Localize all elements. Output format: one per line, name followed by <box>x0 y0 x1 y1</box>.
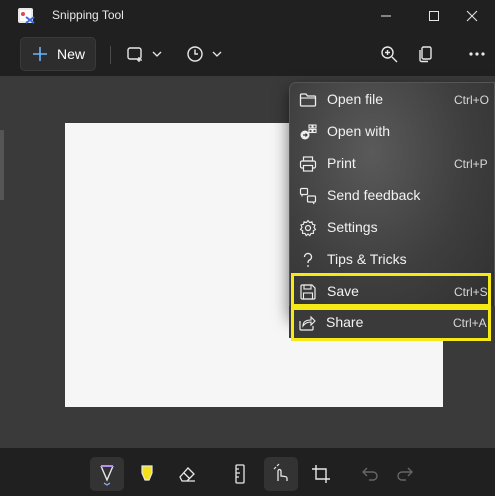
menu-item-tips-and-tricks[interactable]: Tips & Tricks <box>290 243 495 275</box>
rectangle-snip-icon <box>127 47 142 62</box>
redo-button[interactable] <box>388 457 422 491</box>
crop-icon <box>312 465 330 483</box>
highlighter-button[interactable] <box>130 457 164 491</box>
menu-item-label: Share <box>326 314 364 330</box>
top-toolbar: New <box>0 32 495 76</box>
ballpoint-pen-button[interactable] <box>90 457 124 491</box>
share-icon <box>299 315 316 331</box>
eraser-button[interactable] <box>170 457 204 491</box>
menu-item-share[interactable]: Share Ctrl+A <box>289 306 495 338</box>
pen-icon <box>100 465 114 486</box>
touch-writing-icon <box>273 463 288 481</box>
touch-writing-button[interactable] <box>264 457 298 491</box>
question-icon <box>303 252 313 267</box>
zoom-in-icon <box>381 46 398 63</box>
toolbar-divider <box>110 46 111 64</box>
close-button[interactable] <box>449 0 495 32</box>
close-icon <box>466 10 478 22</box>
ruler-icon <box>235 464 245 484</box>
new-button[interactable]: New <box>20 37 96 71</box>
highlighter-icon <box>141 465 153 481</box>
gear-icon <box>299 219 317 237</box>
chevron-down-icon <box>152 51 162 57</box>
menu-item-save[interactable]: Save Ctrl+S <box>290 275 495 307</box>
printer-icon <box>299 156 317 172</box>
copy-button[interactable] <box>417 37 435 71</box>
more-options-menu: Open file Ctrl+O Open with Print Ctrl+P … <box>289 82 495 316</box>
new-button-label: New <box>57 46 86 62</box>
zoom-button[interactable] <box>380 37 398 71</box>
menu-item-shortcut: Ctrl+O <box>454 93 490 107</box>
folder-icon <box>299 93 317 107</box>
menu-item-open-with[interactable]: Open with <box>290 115 495 147</box>
more-options-button[interactable] <box>468 37 486 71</box>
menu-item-label: Tips & Tricks <box>327 251 407 267</box>
markup-toolbar <box>0 448 495 496</box>
save-icon <box>300 284 316 300</box>
menu-item-shortcut: Ctrl+A <box>453 316 487 330</box>
crop-button[interactable] <box>304 457 338 491</box>
minimize-icon <box>381 15 391 17</box>
menu-item-open-file[interactable]: Open file Ctrl+O <box>290 83 495 115</box>
menu-item-print[interactable]: Print Ctrl+P <box>290 147 495 179</box>
clock-icon <box>187 46 203 62</box>
minimize-button[interactable] <box>363 0 409 32</box>
snipping-tool-app-icon <box>18 8 35 24</box>
snip-mode-dropdown[interactable] <box>126 37 162 71</box>
menu-item-settings[interactable]: Settings <box>290 211 495 243</box>
ruler-button[interactable] <box>223 457 257 491</box>
menu-item-shortcut: Ctrl+S <box>454 285 488 299</box>
menu-item-label: Print <box>327 155 356 171</box>
menu-item-label: Save <box>327 283 359 299</box>
menu-item-label: Open file <box>327 91 384 107</box>
open-with-icon <box>300 124 317 140</box>
chevron-down-icon <box>212 51 222 57</box>
eraser-icon <box>179 467 195 482</box>
menu-item-label: Open with <box>327 123 391 139</box>
menu-item-label: Settings <box>327 219 378 235</box>
window-title: Snipping Tool <box>52 8 124 22</box>
menu-item-send-feedback[interactable]: Send feedback <box>290 179 495 211</box>
undo-button[interactable] <box>353 457 387 491</box>
delay-dropdown[interactable] <box>186 37 222 71</box>
plus-icon <box>33 47 47 61</box>
title-bar: Snipping Tool <box>0 0 495 32</box>
undo-icon <box>362 467 378 481</box>
redo-icon <box>397 467 413 481</box>
copy-icon <box>419 46 432 63</box>
menu-item-shortcut: Ctrl+P <box>454 157 488 171</box>
more-icon <box>469 52 485 56</box>
menu-item-label: Send feedback <box>327 187 421 203</box>
feedback-icon <box>299 187 317 205</box>
maximize-icon <box>429 11 439 21</box>
window-edge <box>0 130 4 200</box>
